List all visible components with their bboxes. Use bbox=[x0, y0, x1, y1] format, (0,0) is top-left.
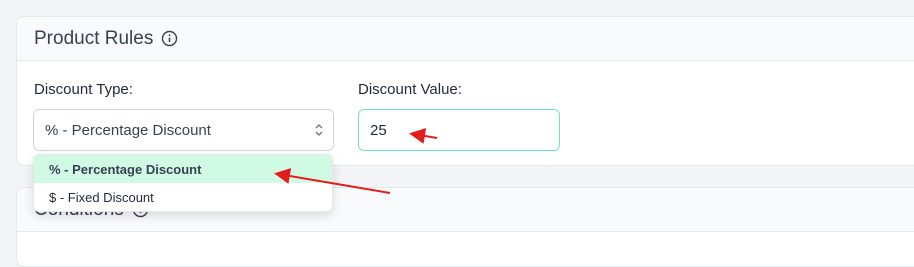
discount-value-text: 25 bbox=[370, 121, 387, 139]
discount-type-label: Discount Type: bbox=[34, 81, 133, 98]
discount-value-input[interactable]: 25 bbox=[358, 109, 560, 151]
product-rules-title: Product Rules bbox=[34, 27, 154, 49]
product-rules-card: Product Rules Discount Type: % - Percent… bbox=[16, 16, 914, 166]
discount-type-dropdown: % - Percentage Discount $ - Fixed Discou… bbox=[33, 154, 333, 212]
option-percentage-discount[interactable]: % - Percentage Discount bbox=[34, 155, 332, 183]
option-fixed-discount[interactable]: $ - Fixed Discount bbox=[34, 183, 332, 211]
discount-value-label: Discount Value: bbox=[358, 81, 462, 98]
info-circle-icon[interactable] bbox=[161, 30, 178, 47]
product-rules-header: Product Rules bbox=[17, 17, 914, 61]
discount-type-select[interactable]: % - Percentage Discount bbox=[33, 109, 334, 151]
updown-chevron-icon bbox=[313, 122, 325, 138]
discount-type-selected-value: % - Percentage Discount bbox=[45, 121, 211, 139]
